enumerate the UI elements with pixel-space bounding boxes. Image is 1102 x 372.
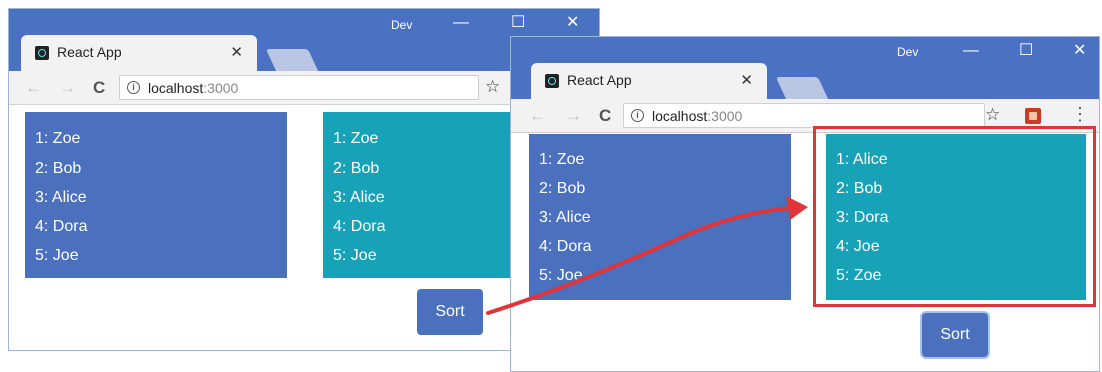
arrow-annotation (486, 196, 808, 315)
arrow-line (486, 206, 792, 315)
arrow-head (786, 196, 808, 220)
